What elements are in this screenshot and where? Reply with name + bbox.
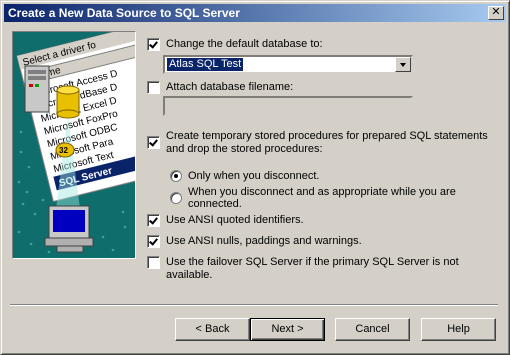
button-separator [10,304,498,306]
svg-text:32: 32 [59,146,68,155]
create-temp-procs-checkbox[interactable] [147,136,160,149]
failover-row[interactable]: Use the failover SQL Server if the prima… [147,256,459,282]
ansi-nulls-row[interactable]: Use ANSI nulls, paddings and warnings. [147,235,362,248]
computer-icon [44,205,94,253]
cancel-button[interactable]: Cancel [335,318,410,341]
failover-label-line2: available. [166,269,213,281]
radio-when-appropriate-row[interactable]: When you disconnect and as appropriate w… [170,186,456,210]
radio-only-disconnect-row[interactable]: Only when you disconnect. [170,170,319,182]
create-temp-procs-label-line1: Create temporary stored procedures for p… [166,130,488,142]
default-database-select[interactable]: Atlas SQL Test [163,55,413,74]
attach-filename-label: Attach database filename: [166,81,294,93]
title-bar[interactable]: Create a New Data Source to SQL Server ✕ [4,4,506,22]
ansi-nulls-checkbox[interactable] [147,235,160,248]
failover-label-line1: Use the failover SQL Server if the prima… [166,256,459,268]
create-temp-procs-label-line2: and drop the stored procedures: [166,143,323,155]
attach-filename-checkbox[interactable] [147,81,160,94]
radio-when-appropriate-label-line1: When you disconnect and as appropriate w… [188,186,456,198]
back-button[interactable]: < Back [175,318,250,341]
failover-checkbox[interactable] [147,256,160,269]
radio-only-disconnect[interactable] [170,170,182,182]
wizard-illustration: Select a driver fo Name Microsoft Access… [12,31,136,259]
ansi-quoted-label: Use ANSI quoted identifiers. [166,214,304,226]
next-button[interactable]: Next > [250,318,325,341]
help-button[interactable]: Help [421,318,496,341]
create-temp-procs-row[interactable]: Create temporary stored procedures for p… [147,130,488,156]
ansi-quoted-row[interactable]: Use ANSI quoted identifiers. [147,214,304,227]
radio-when-appropriate-label-line2: connected. [188,198,242,210]
change-default-db-label: Change the default database to: [166,38,323,50]
ansi-nulls-label: Use ANSI nulls, paddings and warnings. [166,235,362,247]
radio-only-disconnect-label: Only when you disconnect. [188,170,320,182]
ansi-quoted-checkbox[interactable] [147,214,160,227]
attach-filename-row[interactable]: Attach database filename: [147,81,293,94]
radio-when-appropriate[interactable] [170,192,182,204]
database-icon [56,85,80,119]
wizard-illustration-graphic: Select a driver fo Name Microsoft Access… [13,32,135,258]
close-button[interactable]: ✕ [488,6,504,20]
server-icon [24,65,50,113]
change-default-db-checkbox[interactable] [147,38,160,51]
window-title: Create a New Data Source to SQL Server [8,6,240,20]
attach-filename-input[interactable] [163,96,413,116]
change-default-db-row[interactable]: Change the default database to: [147,38,323,51]
odbc-32-icon: 32 [55,142,75,158]
default-database-value: Atlas SQL Test [167,58,244,71]
chevron-down-icon[interactable] [395,57,411,72]
